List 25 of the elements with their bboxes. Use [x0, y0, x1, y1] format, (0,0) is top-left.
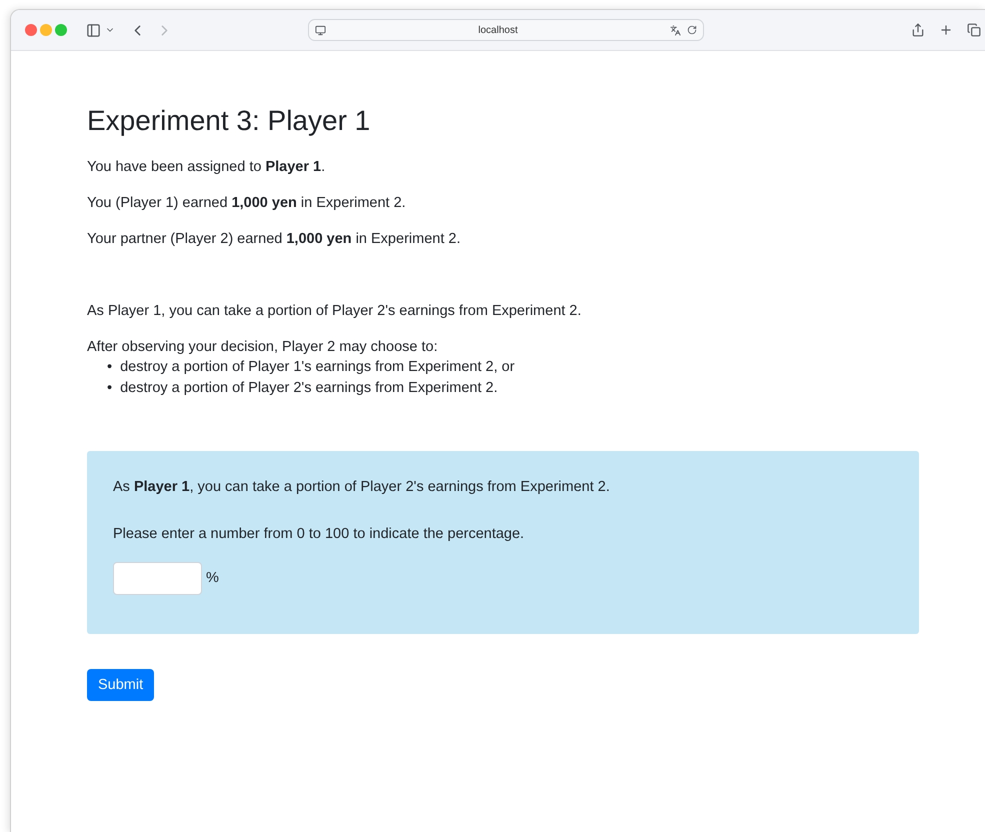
close-icon[interactable] [25, 24, 37, 36]
page-title: Experiment 3: Player 1 [87, 104, 372, 138]
submit-button[interactable]: Submit [87, 668, 154, 701]
info-text: You (Player 1) earned 1,000 yen in Experiment 2. [87, 194, 407, 213]
rule-text: As Player 1, you can take a portion of Player 2's earnings from Experiment 2. [87, 302, 582, 321]
plus-icon[interactable] [939, 23, 953, 37]
instruction-text: Please enter a number from 0 to 100 to indicate the percentage. [113, 524, 526, 544]
translate-icon[interactable] [670, 24, 681, 36]
percent-unit: % [206, 570, 219, 586]
choice-intro: After observing your decision, Player 2 may choose to: [87, 338, 439, 357]
share-icon[interactable] [911, 23, 925, 37]
prompt-text: As Player 1, you can take a portion of Player 2's earnings from Experiment 2. [113, 478, 611, 497]
choice-item: destroy a portion of Player 2's earnings from Experiment 2. [120, 378, 498, 398]
bullet-marker: • [107, 358, 112, 377]
info-text: Your partner (Player 2) earned 1,000 yen in Experiment 2. [87, 230, 462, 249]
tabs-icon[interactable] [967, 23, 981, 37]
reload-icon[interactable] [687, 25, 697, 35]
url-text: localhost [477, 24, 519, 36]
address-bar[interactable]: localhost [308, 19, 704, 41]
percentage-field[interactable] [113, 562, 202, 595]
choice-item: destroy a portion of Player 1's earnings from Experiment 2, or [120, 358, 515, 377]
bullet-marker: • [107, 378, 112, 398]
sidebar-icon[interactable] [86, 22, 101, 38]
monitor-icon [315, 24, 326, 36]
info-text: You have been assigned to Player 1. [87, 158, 326, 177]
